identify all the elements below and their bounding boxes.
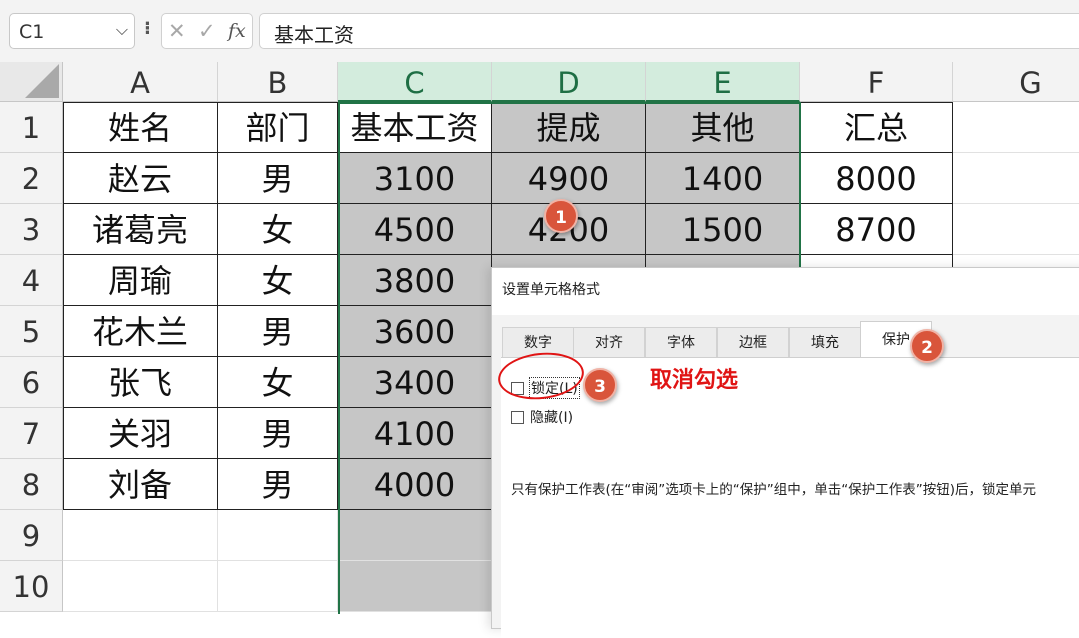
cell-a1[interactable]: 姓名 xyxy=(63,102,218,153)
column-header-d[interactable]: D xyxy=(492,62,646,102)
cell-b2[interactable]: 男 xyxy=(218,153,338,204)
cell-c10[interactable] xyxy=(338,561,492,612)
row-header-5[interactable]: 5 xyxy=(0,306,63,357)
tab-border[interactable]: 边框 xyxy=(717,327,789,357)
cell-c9[interactable] xyxy=(338,510,492,561)
hidden-option[interactable]: 隐藏(I) xyxy=(511,407,573,427)
cell-d2[interactable]: 4900 xyxy=(492,153,646,204)
step-badge-1: 1 xyxy=(544,199,578,233)
column-header-f[interactable]: F xyxy=(800,62,953,102)
step-badge-3: 3 xyxy=(583,368,617,402)
cell-c5[interactable]: 3600 xyxy=(338,306,492,357)
cell-b4[interactable]: 女 xyxy=(218,255,338,306)
cell-f1[interactable]: 汇总 xyxy=(800,102,953,153)
cell-a7[interactable]: 关羽 xyxy=(63,408,218,459)
column-header-e[interactable]: E xyxy=(646,62,800,102)
name-box[interactable]: C1 ⌵ xyxy=(9,13,135,49)
cell-g3[interactable] xyxy=(953,204,1079,255)
row-header-9[interactable]: 9 xyxy=(0,510,63,561)
insert-function-icon[interactable]: fx xyxy=(228,20,246,42)
more-options-icon[interactable]: ⁝ xyxy=(144,18,151,39)
chevron-down-icon[interactable]: ⌵ xyxy=(116,20,128,40)
protection-description: 只有保护工作表(在“审阅”选项卡上的“保护”组中，单击“保护工作表”按钮)后，锁… xyxy=(511,482,1036,498)
cell-c7[interactable]: 4100 xyxy=(338,408,492,459)
column-header-g[interactable]: G xyxy=(953,62,1079,102)
column-header-b[interactable]: B xyxy=(218,62,338,102)
cell-b1[interactable]: 部门 xyxy=(218,102,338,153)
cell-f3[interactable]: 8700 xyxy=(800,204,953,255)
formula-input[interactable]: 基本工资 xyxy=(259,13,1079,49)
row-header-1[interactable]: 1 xyxy=(0,102,63,153)
cell-g1[interactable] xyxy=(953,102,1079,153)
dialog-body: 数字 对齐 字体 边框 填充 保护 锁定(L) 隐藏(I) 只有保护工作表(在“… xyxy=(492,315,1079,638)
row-header-3[interactable]: 3 xyxy=(0,204,63,255)
protection-pane: 锁定(L) 隐藏(I) 只有保护工作表(在“审阅”选项卡上的“保护”组中，单击“… xyxy=(501,357,1079,638)
tab-fill[interactable]: 填充 xyxy=(789,327,861,357)
cell-c6[interactable]: 3400 xyxy=(338,357,492,408)
cell-c8[interactable]: 4000 xyxy=(338,459,492,510)
cell-c2[interactable]: 3100 xyxy=(338,153,492,204)
hidden-label[interactable]: 隐藏(I) xyxy=(530,407,573,427)
cell-b6[interactable]: 女 xyxy=(218,357,338,408)
uncheck-note: 取消勾选 xyxy=(650,368,739,393)
row-header-8[interactable]: 8 xyxy=(0,459,63,510)
format-cells-dialog: 设置单元格格式 数字 对齐 字体 边框 填充 保护 锁定(L) 隐藏(I) 只有… xyxy=(491,267,1079,638)
formula-buttons: ✕ ✓ fx xyxy=(161,13,253,49)
cell-e3[interactable]: 1500 xyxy=(646,204,800,255)
cell-b7[interactable]: 男 xyxy=(218,408,338,459)
cell-b8[interactable]: 男 xyxy=(218,459,338,510)
table-border-top xyxy=(63,102,953,103)
cell-g2[interactable] xyxy=(953,153,1079,204)
cell-c4[interactable]: 3800 xyxy=(338,255,492,306)
row-header-10[interactable]: 10 xyxy=(0,561,63,612)
table-border-left xyxy=(63,102,64,510)
cell-b9[interactable] xyxy=(218,510,338,561)
cell-e2[interactable]: 1400 xyxy=(646,153,800,204)
cancel-icon[interactable]: ✕ xyxy=(168,19,186,43)
step-badge-2: 2 xyxy=(910,329,944,363)
cell-a2[interactable]: 赵云 xyxy=(63,153,218,204)
dialog-title: 设置单元格格式 xyxy=(502,282,600,298)
cell-b5[interactable]: 男 xyxy=(218,306,338,357)
name-box-value: C1 xyxy=(19,21,45,43)
cell-a8[interactable]: 刘备 xyxy=(63,459,218,510)
enter-icon[interactable]: ✓ xyxy=(198,19,216,43)
formula-bar: C1 ⌵ ⁝ ✕ ✓ fx 基本工资 xyxy=(0,0,1079,62)
cell-b10[interactable] xyxy=(218,561,338,612)
formula-text: 基本工资 xyxy=(274,23,354,47)
row-header-2[interactable]: 2 xyxy=(0,153,63,204)
tab-font[interactable]: 字体 xyxy=(645,327,717,357)
cell-a3[interactable]: 诸葛亮 xyxy=(63,204,218,255)
cell-e1[interactable]: 其他 xyxy=(646,102,800,153)
row-header-6[interactable]: 6 xyxy=(0,357,63,408)
row-header-4[interactable]: 4 xyxy=(0,255,63,306)
cell-b3[interactable]: 女 xyxy=(218,204,338,255)
cell-a10[interactable] xyxy=(63,561,218,612)
cell-a4[interactable]: 周瑜 xyxy=(63,255,218,306)
tab-alignment[interactable]: 对齐 xyxy=(573,327,645,357)
cell-c3[interactable]: 4500 xyxy=(338,204,492,255)
hidden-checkbox[interactable] xyxy=(511,410,524,424)
select-all-corner[interactable] xyxy=(0,62,63,102)
row-header-7[interactable]: 7 xyxy=(0,408,63,459)
cell-a6[interactable]: 张飞 xyxy=(63,357,218,408)
cell-a9[interactable] xyxy=(63,510,218,561)
column-header-c[interactable]: C xyxy=(338,62,492,102)
cell-c1[interactable]: 基本工资 xyxy=(338,102,492,153)
cell-d1[interactable]: 提成 xyxy=(492,102,646,153)
column-header-a[interactable]: A xyxy=(63,62,218,102)
cell-f2[interactable]: 8000 xyxy=(800,153,953,204)
cell-a5[interactable]: 花木兰 xyxy=(63,306,218,357)
